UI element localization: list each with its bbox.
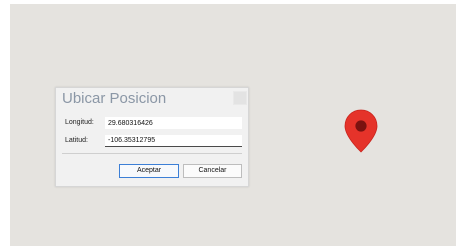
cancel-button[interactable]: Cancelar: [183, 164, 242, 178]
map-pin-dot: [355, 120, 367, 132]
map-pin-icon[interactable]: [344, 109, 378, 153]
dialog-title: Ubicar Posicion: [62, 90, 167, 107]
locate-position-dialog: Ubicar Posicion Longitud: Latitud: Acept…: [55, 87, 249, 187]
latitude-input[interactable]: [105, 135, 242, 147]
latitude-label: Latitud:: [65, 137, 88, 144]
accept-button[interactable]: Aceptar: [119, 164, 179, 178]
close-button[interactable]: [233, 91, 247, 105]
longitude-input[interactable]: [105, 117, 242, 129]
longitude-label: Longitud:: [65, 119, 94, 126]
dialog-separator: [62, 153, 242, 154]
